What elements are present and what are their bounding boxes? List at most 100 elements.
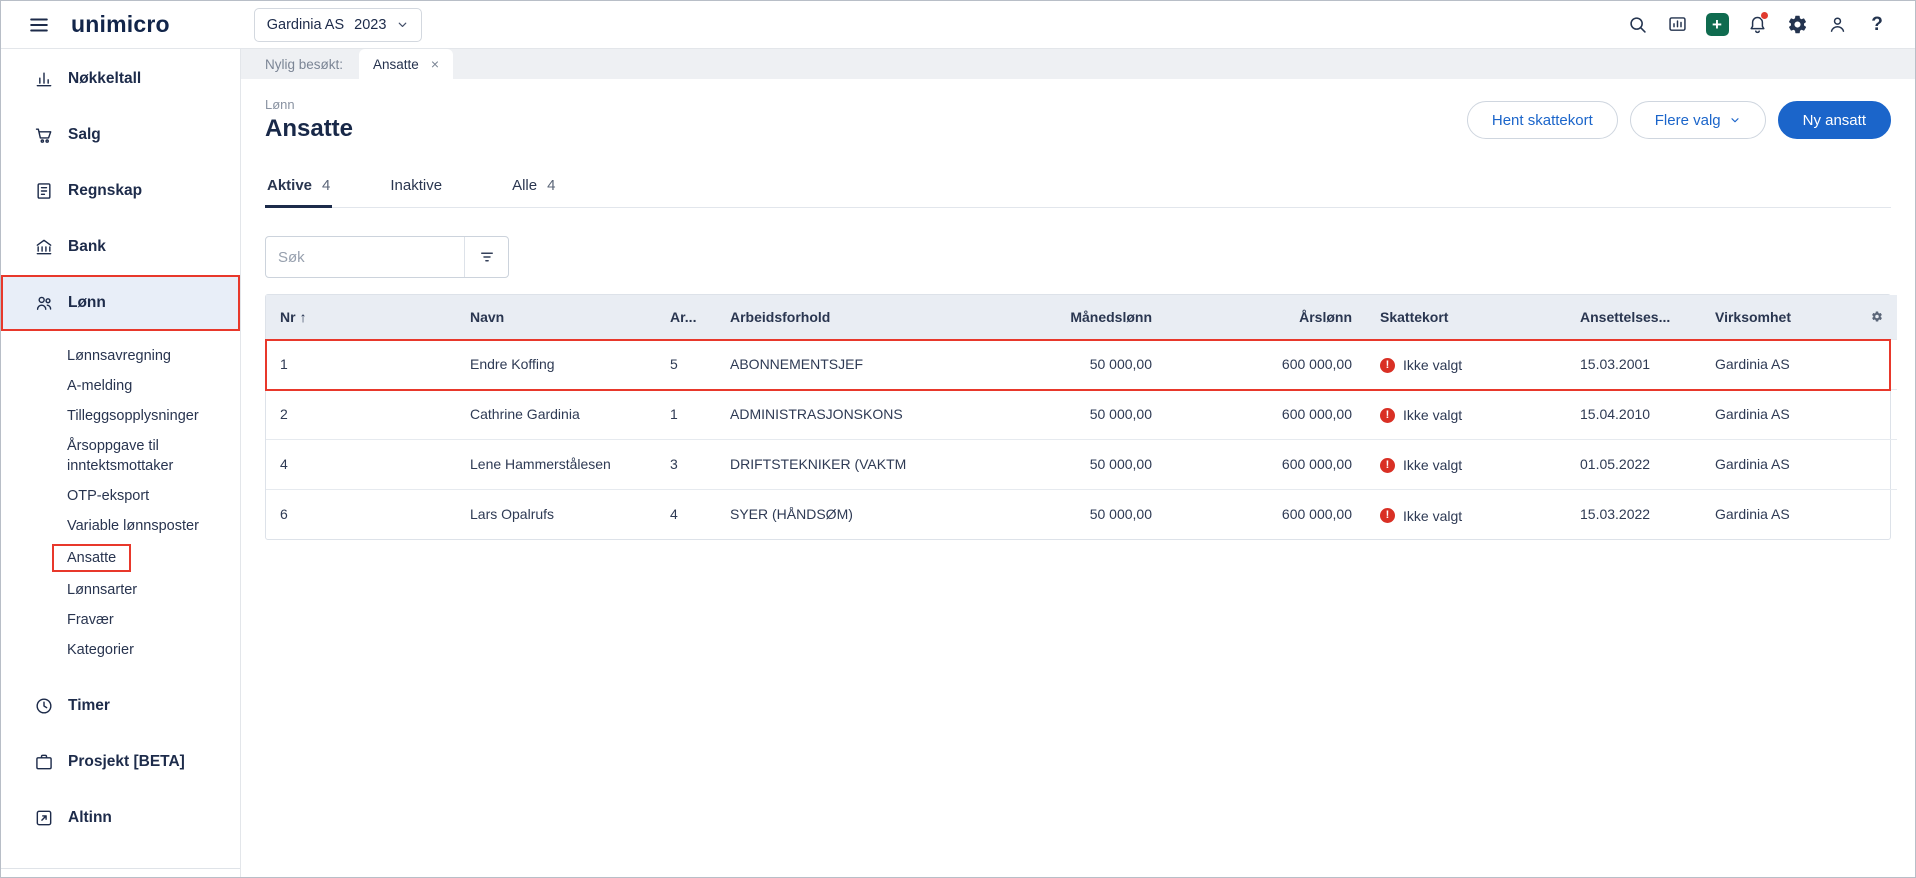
tab-inaktive[interactable]: Inaktive bbox=[388, 177, 454, 207]
bank-icon bbox=[34, 237, 54, 257]
page-titles: Lønn Ansatte bbox=[265, 97, 353, 143]
sidebar-item-lonn[interactable]: Lønn bbox=[1, 275, 240, 331]
hamburger-menu-button[interactable] bbox=[27, 13, 51, 37]
submenu-label: Årsoppgave til inntektsmottaker bbox=[67, 438, 174, 474]
table-header-row: Nr ↑ Navn Ar... Arbeidsforhold Månedslønn… bbox=[266, 295, 1897, 339]
filter-icon bbox=[478, 248, 496, 266]
sidebar-item-timer[interactable]: Timer bbox=[1, 678, 240, 734]
search-box bbox=[265, 236, 509, 278]
sidebar-item-label: Salg bbox=[68, 126, 101, 143]
error-icon: ! bbox=[1380, 357, 1395, 373]
profile-button[interactable] bbox=[1825, 13, 1849, 37]
sidebar-item-nokkeltall[interactable]: Nøkkeltall bbox=[1, 51, 240, 107]
column-header-navn[interactable]: Navn bbox=[456, 295, 656, 339]
cell-manedslonn: 50 000,00 bbox=[1006, 488, 1166, 539]
help-button[interactable]: ? bbox=[1865, 13, 1889, 37]
tab-count: 4 bbox=[322, 177, 331, 194]
cell-arslonn: 600 000,00 bbox=[1166, 388, 1366, 439]
column-header-ar[interactable]: Ar... bbox=[656, 295, 716, 339]
sidebar-item-salg[interactable]: Salg bbox=[1, 107, 240, 163]
submenu-label: Ansatte bbox=[67, 550, 117, 566]
submenu-label: Lønnsavregning bbox=[67, 348, 171, 364]
sidebar-item-label: Altinn bbox=[68, 809, 112, 826]
notifications-button[interactable] bbox=[1745, 10, 1769, 37]
submenu-item-a-melding[interactable]: A-melding bbox=[1, 371, 240, 401]
page-title: Ansatte bbox=[265, 115, 354, 142]
cell-skattekort: ! Ikke valgt bbox=[1366, 338, 1566, 389]
app-logo: unimicro bbox=[71, 11, 170, 37]
column-settings-header[interactable] bbox=[1857, 295, 1897, 339]
error-icon: ! bbox=[1380, 508, 1395, 523]
cell-arbeidsforhold: DRIFTSTEKNIKER (VAKTM bbox=[716, 438, 1006, 489]
cell-ansettelses: 15.04.2010 bbox=[1566, 388, 1701, 439]
search-input[interactable] bbox=[266, 237, 464, 277]
submenu-item-otp-eksport[interactable]: OTP-eksport bbox=[1, 481, 240, 511]
submenu-label: Tilleggsopplysninger bbox=[67, 408, 199, 424]
gear-icon bbox=[1787, 14, 1808, 35]
submenu-item-arsoppgave[interactable]: Årsoppgave til inntektsmottaker bbox=[1, 431, 240, 481]
clock-icon bbox=[34, 696, 54, 716]
sidebar-item-label: Timer bbox=[68, 697, 110, 714]
flere-valg-button[interactable]: Flere valg bbox=[1629, 101, 1766, 139]
column-header-arslonn[interactable]: Årslønn bbox=[1166, 295, 1366, 339]
settings-button[interactable] bbox=[1785, 13, 1809, 37]
notification-dot bbox=[1760, 10, 1769, 20]
column-header-skattekort[interactable]: Skattekort bbox=[1366, 295, 1566, 339]
cell-skattekort: ! Ikke valgt bbox=[1366, 438, 1566, 489]
sidebar-item-prosjekt[interactable]: Prosjekt [BETA] bbox=[1, 734, 240, 790]
cell-actions bbox=[1857, 438, 1897, 489]
submenu-item-fravaer[interactable]: Fravær bbox=[1, 605, 240, 635]
dashboard-icon bbox=[1667, 14, 1688, 35]
ny-ansatt-button[interactable]: Ny ansatt bbox=[1777, 101, 1891, 139]
top-bar-icons: + ? bbox=[1625, 10, 1889, 37]
table-row[interactable]: 2 Cathrine Gardinia 1 ADMINISTRASJONSKON… bbox=[266, 388, 1897, 439]
column-header-arbeidsforhold[interactable]: Arbeidsforhold bbox=[716, 295, 1006, 339]
cell-navn: Lars Opalrufs bbox=[456, 488, 656, 539]
new-item-button[interactable]: + bbox=[1705, 13, 1729, 37]
submenu-item-kategorier[interactable]: Kategorier bbox=[1, 635, 240, 665]
submenu-item-lonnsarter[interactable]: Lønnsarter bbox=[1, 575, 240, 605]
column-header-ansettelses[interactable]: Ansettelses... bbox=[1566, 295, 1701, 339]
annotation-box: Ansatte bbox=[51, 544, 132, 572]
close-icon[interactable]: × bbox=[431, 57, 439, 71]
tab-aktive[interactable]: Aktive 4 bbox=[265, 177, 333, 208]
submenu-label: Kategorier bbox=[67, 642, 134, 658]
column-header-nr[interactable]: Nr ↑ bbox=[266, 295, 456, 339]
submenu-item-tilleggsopplysninger[interactable]: Tilleggsopplysninger bbox=[1, 401, 240, 431]
hent-skattekort-button[interactable]: Hent skattekort bbox=[1466, 101, 1618, 139]
help-icon: ? bbox=[1871, 13, 1883, 35]
cell-ansettelses: 15.03.2001 bbox=[1566, 338, 1701, 389]
filter-button[interactable] bbox=[464, 237, 508, 277]
submenu-item-lonnsavregning[interactable]: Lønnsavregning bbox=[1, 341, 240, 371]
sidebar-item-bank[interactable]: Bank bbox=[1, 219, 240, 275]
submenu-item-ansatte[interactable]: Ansatte bbox=[1, 541, 240, 575]
sidebar-item-label: Lønn bbox=[68, 294, 106, 311]
cell-nr: 6 bbox=[266, 488, 456, 539]
sidebar-item-regnskap[interactable]: Regnskap bbox=[1, 163, 240, 219]
table-row[interactable]: 6 Lars Opalrufs 4 SYER (HÅNDSØM) 50 000,… bbox=[266, 488, 1897, 539]
table-row[interactable]: 1 Endre Koffing 5 ABONNEMENTSJEF 50 000,… bbox=[266, 338, 1897, 389]
sidebar-item-label: Nøkkeltall bbox=[68, 70, 142, 87]
cell-actions bbox=[1857, 338, 1897, 389]
tab-alle[interactable]: Alle 4 bbox=[510, 177, 557, 207]
submenu-label: A-melding bbox=[67, 378, 133, 394]
company-year-selector[interactable]: Gardinia AS 2023 bbox=[253, 7, 423, 42]
submenu-item-variable-lonnsposter[interactable]: Variable lønnsposter bbox=[1, 511, 240, 541]
column-header-virksomhet[interactable]: Virksomhet bbox=[1701, 295, 1857, 339]
page-header: Lønn Ansatte Hent skattekort Flere valg … bbox=[265, 97, 1891, 143]
cell-manedslonn: 50 000,00 bbox=[1006, 338, 1166, 389]
tab-label: Aktive bbox=[267, 177, 313, 194]
cell-virksomhet: Gardinia AS bbox=[1701, 488, 1857, 539]
table-row[interactable]: 4 Lene Hammerstålesen 3 DRIFTSTEKNIKER (… bbox=[266, 438, 1897, 489]
submenu-label: Variable lønnsposter bbox=[67, 518, 199, 534]
breadcrumb: Lønn bbox=[265, 97, 295, 112]
bar-chart-icon bbox=[34, 69, 54, 89]
dashboard-button[interactable] bbox=[1665, 13, 1689, 37]
search-button[interactable] bbox=[1625, 13, 1649, 37]
cell-nr: 1 bbox=[266, 338, 456, 389]
sidebar-item-altinn[interactable]: Altinn bbox=[1, 790, 240, 846]
tab-ansatte[interactable]: Ansatte × bbox=[359, 49, 453, 79]
column-header-manedslonn[interactable]: Månedslønn bbox=[1006, 295, 1166, 339]
cell-virksomhet: Gardinia AS bbox=[1701, 388, 1857, 439]
submenu-label: OTP-eksport bbox=[67, 488, 150, 504]
